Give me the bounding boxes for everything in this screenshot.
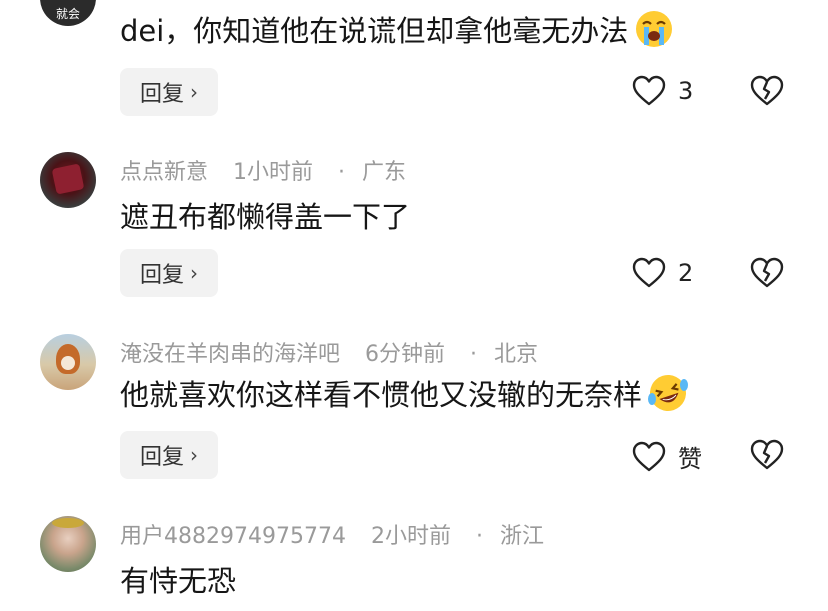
- crying-face-icon: [634, 9, 674, 49]
- comment-text-content: 有恃无恐: [120, 564, 237, 598]
- broken-heart-icon: [750, 257, 784, 288]
- reply-button[interactable]: 回复 ›: [120, 68, 218, 116]
- comment-text-content: dei，你知道他在说谎但却拿他毫无办法: [120, 14, 629, 48]
- comment-text: 遮丑布都懒得盖一下了: [120, 194, 410, 236]
- like-button[interactable]: 3: [632, 75, 693, 107]
- location: 北京: [494, 342, 539, 367]
- comment-meta: 淹没在羊肉串的海洋吧 6分钟前 · 北京: [120, 336, 556, 368]
- like-label: 赞: [678, 445, 702, 473]
- like-button[interactable]: 赞: [632, 439, 702, 474]
- heart-icon: [632, 75, 666, 106]
- location: 浙江: [499, 524, 544, 549]
- avatar-caption: 就会: [55, 7, 80, 21]
- chevron-right-icon: ›: [190, 443, 198, 467]
- timestamp: 1小时前: [233, 160, 314, 185]
- comment-text: 他就喜欢你这样看不惯他又没辙的无奈样: [120, 372, 689, 414]
- heart-icon: [632, 257, 666, 288]
- like-button[interactable]: 2: [632, 257, 693, 289]
- reply-button[interactable]: 回复 ›: [120, 249, 218, 297]
- timestamp: 2小时前: [370, 524, 451, 549]
- username[interactable]: 淹没在羊肉串的海洋吧: [120, 342, 340, 367]
- timestamp: 6分钟前: [365, 342, 446, 367]
- comment-text-content: 遮丑布都懒得盖一下了: [120, 200, 411, 234]
- broken-heart-icon: [750, 75, 784, 106]
- reply-label: 回复: [139, 445, 184, 470]
- meta-separator: ·: [338, 160, 346, 185]
- like-count: 3: [678, 77, 694, 105]
- avatar[interactable]: [40, 152, 96, 208]
- username[interactable]: 用户4882974975774: [120, 524, 346, 549]
- reply-label: 回复: [139, 82, 184, 107]
- like-count: 2: [678, 259, 694, 287]
- location: 广东: [362, 160, 407, 185]
- heart-icon: [632, 441, 666, 471]
- chevron-right-icon: ›: [190, 80, 198, 104]
- dislike-button[interactable]: [750, 439, 784, 475]
- username[interactable]: 点点新意: [120, 160, 208, 185]
- laughing-tears-face-icon: [648, 373, 689, 413]
- avatar[interactable]: 就会: [40, 0, 96, 26]
- comment-meta: 点点新意 1小时前 · 广东: [120, 154, 424, 186]
- comment-text: 有恃无恐: [120, 558, 236, 600]
- meta-separator: ·: [470, 342, 478, 367]
- reply-label: 回复: [139, 263, 184, 288]
- avatar[interactable]: [40, 516, 96, 572]
- broken-heart-icon: [750, 439, 784, 470]
- dislike-button[interactable]: [750, 257, 784, 293]
- reply-button[interactable]: 回复 ›: [120, 431, 218, 479]
- avatar[interactable]: [40, 334, 96, 390]
- dislike-button[interactable]: [750, 75, 784, 111]
- comment-meta: 用户4882974975774 2小时前 · 浙江: [120, 518, 562, 550]
- chevron-right-icon: ›: [190, 261, 198, 285]
- comment-text-content: 他就喜欢你这样看不惯他又没辙的无奈样: [120, 378, 643, 412]
- comment-text: dei，你知道他在说谎但却拿他毫无办法: [120, 8, 674, 50]
- meta-separator: ·: [475, 524, 483, 549]
